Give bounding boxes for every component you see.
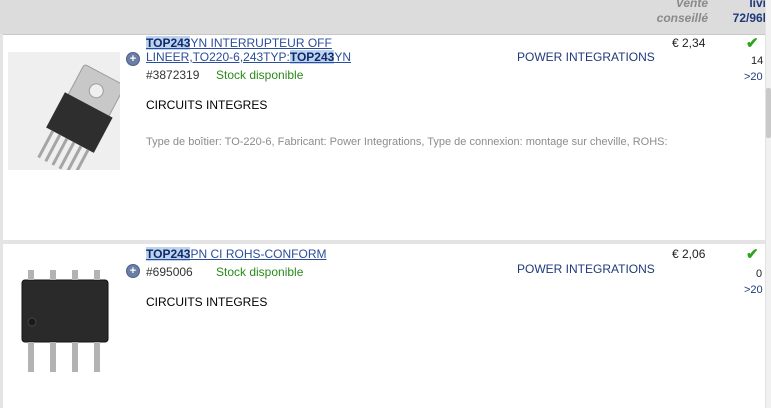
header-livraison-line1: livr. <box>749 0 770 10</box>
add-to-cart-plus-icon[interactable]: + <box>126 52 140 66</box>
product-description: Type de boîtier: TO-220-6, Fabricant: Po… <box>146 136 668 148</box>
product-image[interactable] <box>8 52 120 170</box>
availability-check-icon: ✔ <box>746 246 759 263</box>
availability-check-icon: ✔ <box>746 35 759 52</box>
title-text: LINEER,TO220-6,243TYP: <box>146 50 290 64</box>
search-highlight: TOP243 <box>146 36 191 50</box>
title-text: YN <box>334 50 352 64</box>
header-livraison-line2: 72/96h <box>732 11 770 25</box>
product-category: CIRCUITS INTEGRES <box>146 295 268 309</box>
product-title-link[interactable]: TOP243PN CI ROHS-CONFORM <box>146 247 326 261</box>
header-livraison: livr. 72/96h <box>720 0 770 26</box>
price: € 2,06 <box>672 247 706 261</box>
header-vente-conseille: Vente conseillé <box>640 0 708 26</box>
stock-status: Stock disponible <box>216 265 304 279</box>
table-header: Vente conseillé livr. 72/96h <box>0 0 770 35</box>
stock-quantity: 0 <box>756 268 763 280</box>
header-vente-line1: Vente <box>675 0 708 10</box>
product-image[interactable] <box>8 262 120 392</box>
manufacturer: POWER INTEGRATIONS <box>517 262 655 276</box>
row-divider <box>0 240 765 244</box>
search-highlight: TOP243 <box>146 247 191 261</box>
stock-quantity: 14 <box>751 55 764 67</box>
delivery-delay: >20 <box>744 284 763 296</box>
vertical-scrollbar[interactable] <box>765 0 771 408</box>
product-title-link[interactable]: TOP243YN INTERRUPTEUR OFF LINEER,TO220-6… <box>146 36 351 64</box>
price: € 2,34 <box>672 36 706 50</box>
product-ref: #3872319 <box>146 68 200 82</box>
search-highlight: TOP243 <box>289 50 335 64</box>
left-border <box>0 34 3 408</box>
product-category: CIRCUITS INTEGRES <box>146 98 268 112</box>
add-to-cart-plus-icon[interactable]: + <box>126 264 140 278</box>
scrollbar-thumb[interactable] <box>766 88 771 138</box>
title-text: YN INTERRUPTEUR OFF <box>190 36 332 50</box>
title-text: PN CI ROHS-CONFORM <box>190 247 327 261</box>
delivery-delay: >20 <box>744 71 763 83</box>
manufacturer: POWER INTEGRATIONS <box>517 50 655 64</box>
to220-package-image <box>8 52 120 170</box>
dip8-package-image <box>8 262 120 392</box>
stock-status: Stock disponible <box>216 68 304 82</box>
product-ref: #695006 <box>146 265 193 279</box>
header-vente-line2: conseillé <box>656 11 708 25</box>
